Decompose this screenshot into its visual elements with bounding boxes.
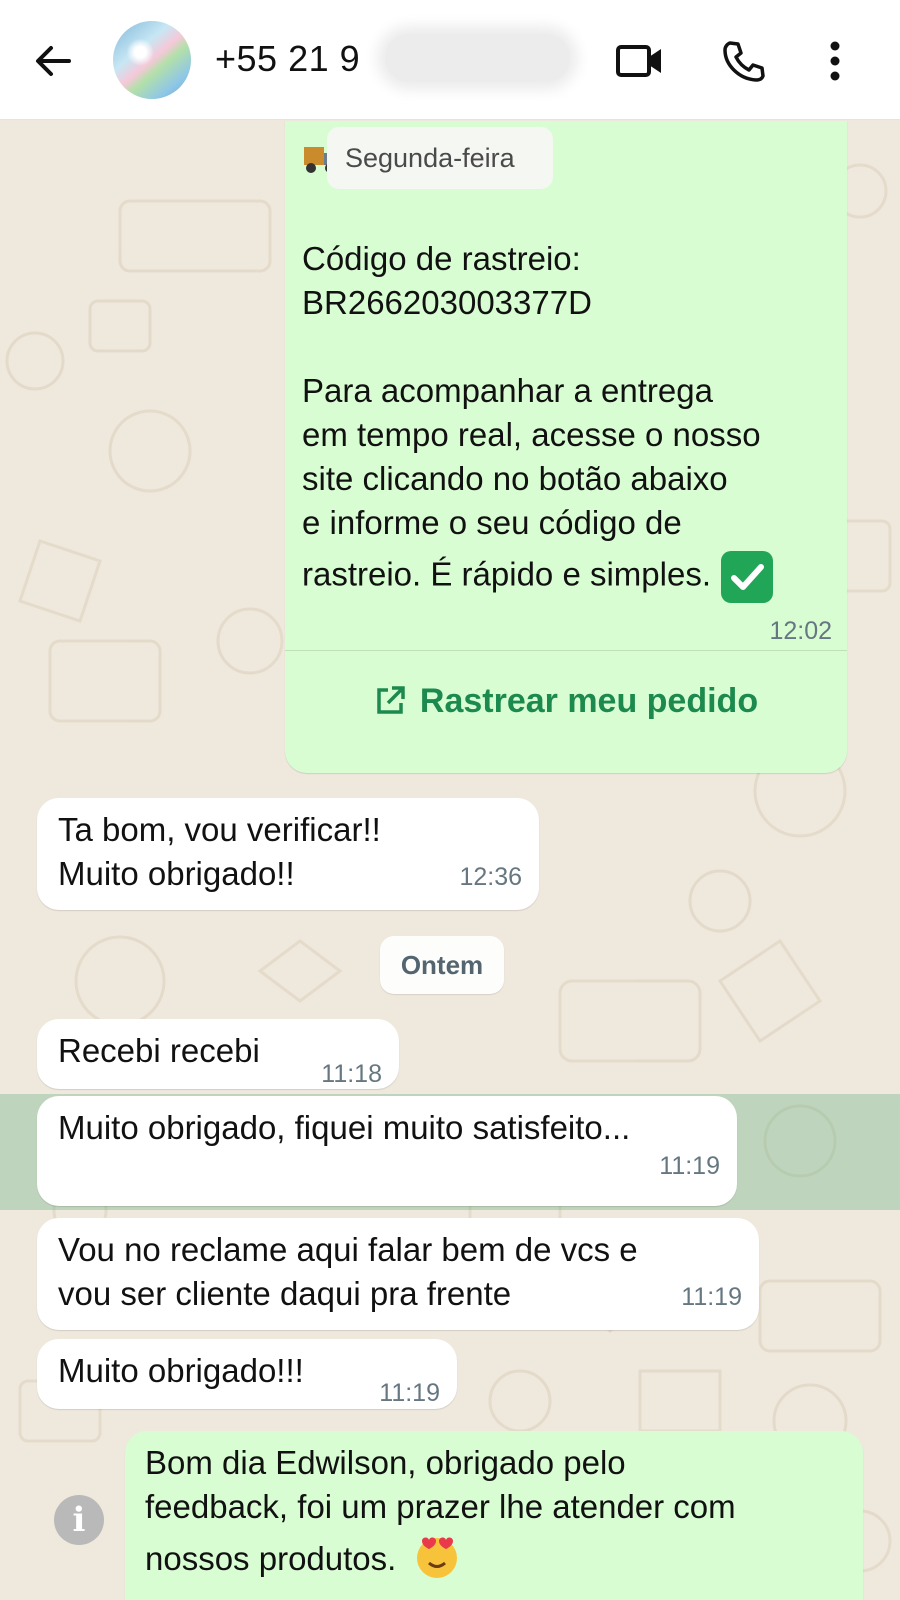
message-line: em tempo real, acesse o nosso xyxy=(302,416,761,453)
message-line: Ta bom, vou verificar!! xyxy=(58,811,381,848)
incoming-message[interactable]: Vou no reclame aqui falar bem de vcs e v… xyxy=(37,1218,759,1330)
message-line: nossos produtos. xyxy=(145,1540,397,1578)
day-badge: Segunda-feira xyxy=(327,127,553,189)
message-text: Muito obrigado!!! xyxy=(58,1352,304,1389)
message-line: vou ser cliente daqui pra frente xyxy=(58,1275,512,1312)
message-line: Para acompanhar a entrega xyxy=(302,372,713,409)
check-mark-emoji-icon xyxy=(721,551,774,603)
incoming-message[interactable]: Ta bom, vou verificar!! Muito obrigado!!… xyxy=(37,798,539,910)
incoming-message[interactable]: Muito obrigado!!! 11:19 xyxy=(37,1339,457,1409)
order-tracking-message[interactable]: Segunda-feira Código de rastreio: BR2662… xyxy=(285,121,847,773)
track-order-label: Rastrear meu pedido xyxy=(419,682,759,720)
chat-header: +55 21 9 xyxy=(0,0,900,120)
message-line: site clicando no botão abaixo xyxy=(302,460,728,497)
incoming-message[interactable]: Muito obrigado, fiquei muito satisfeito.… xyxy=(37,1096,737,1206)
date-separator: Ontem xyxy=(380,936,504,994)
contact-avatar[interactable] xyxy=(113,21,191,99)
message-timestamp: 11:18 xyxy=(321,1060,382,1088)
contact-title[interactable]: +55 21 9 xyxy=(215,38,360,80)
back-arrow-icon[interactable] xyxy=(30,38,76,84)
track-order-button[interactable]: Rastrear meu pedido xyxy=(285,650,847,751)
more-options-icon[interactable] xyxy=(810,38,860,84)
voice-call-icon[interactable] xyxy=(718,38,768,84)
message-timestamp: 11:19 xyxy=(659,1152,720,1180)
external-link-icon xyxy=(374,685,406,717)
message-timestamp: 11:19 xyxy=(681,1283,742,1311)
tracking-label: Código de rastreio: xyxy=(302,240,581,277)
message-timestamp: 12:02 xyxy=(769,617,832,645)
outgoing-message[interactable]: Bom dia Edwilson, obrigado pelo feedback… xyxy=(125,1431,863,1600)
message-line: Muito obrigado!! xyxy=(58,855,295,892)
video-call-icon[interactable] xyxy=(615,38,665,84)
message-line: e informe o seu código de xyxy=(302,504,682,541)
message-line: feedback, foi um prazer lhe atender com xyxy=(145,1488,736,1525)
redaction-blur xyxy=(385,34,570,82)
smiling-hearts-emoji-icon xyxy=(412,1531,462,1592)
message-timestamp: 12:36 xyxy=(459,863,522,891)
message-line: Vou no reclame aqui falar bem de vcs e xyxy=(58,1231,638,1268)
message-line: rastreio. É rápido e simples. xyxy=(302,555,712,593)
message-timestamp: 11:19 xyxy=(379,1379,440,1407)
message-text: Muito obrigado, fiquei muito satisfeito.… xyxy=(58,1109,631,1146)
message-text: Recebi recebi xyxy=(58,1032,260,1069)
info-icon[interactable]: i xyxy=(54,1495,104,1545)
tracking-code[interactable]: BR266203003377D xyxy=(302,281,592,325)
incoming-message[interactable]: Recebi recebi 11:18 xyxy=(37,1019,399,1089)
chat-area[interactable]: Segunda-feira Código de rastreio: BR2662… xyxy=(0,121,900,1600)
message-line: Bom dia Edwilson, obrigado pelo xyxy=(145,1444,626,1481)
